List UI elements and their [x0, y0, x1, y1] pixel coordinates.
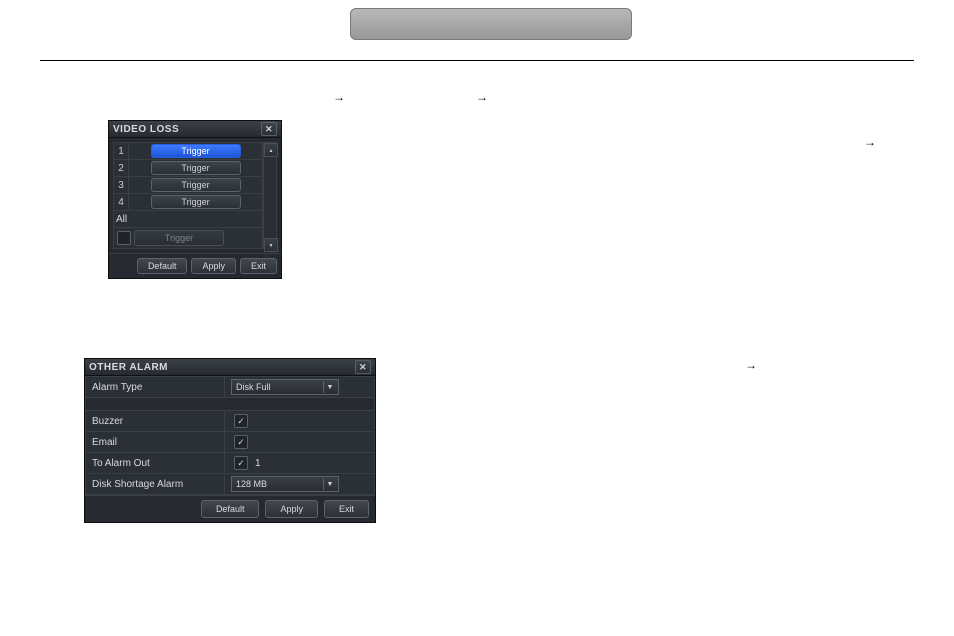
email-label: Email — [85, 432, 225, 453]
channel-row: 1 Trigger — [113, 142, 263, 160]
alarm-type-label: Alarm Type — [85, 376, 225, 398]
spacer — [85, 398, 375, 411]
video-loss-dialog: VIDEO LOSS ✕ 1 Trigger 2 Trigger 3 — [108, 120, 282, 279]
all-label: All — [116, 214, 127, 225]
exit-button[interactable]: Exit — [324, 500, 369, 518]
close-icon: ✕ — [359, 362, 367, 373]
dialog-titlebar[interactable]: OTHER ALARM ✕ — [85, 359, 375, 376]
arrow-icon: → — [333, 90, 345, 104]
scroll-track[interactable] — [264, 157, 276, 238]
dialog-titlebar[interactable]: VIDEO LOSS ✕ — [109, 121, 281, 138]
channel-number: 4 — [114, 194, 129, 210]
dialog-title: OTHER ALARM — [89, 362, 168, 373]
dialog-body: 1 Trigger 2 Trigger 3 Trigger 4 — [109, 138, 281, 253]
chevron-up-icon — [269, 145, 274, 155]
trigger-button[interactable]: Trigger — [151, 144, 241, 158]
arrow-icon: → — [864, 135, 876, 149]
buzzer-label: Buzzer — [85, 411, 225, 432]
alarm-type-value: Disk Full — [236, 382, 271, 392]
default-button[interactable]: Default — [137, 258, 188, 274]
buzzer-cell — [225, 411, 375, 432]
all-label-row: All — [113, 211, 263, 228]
dialog-title: VIDEO LOSS — [113, 124, 179, 135]
trigger-button[interactable]: Trigger — [151, 161, 241, 175]
disk-shortage-select[interactable]: 128 MB ▼ — [231, 476, 339, 492]
alarm-type-cell: Disk Full ▼ — [225, 376, 375, 398]
apply-button[interactable]: Apply — [191, 258, 236, 274]
disk-shortage-label: Disk Shortage Alarm — [85, 474, 225, 495]
all-checkbox[interactable] — [117, 231, 131, 245]
trigger-cell: Trigger — [129, 195, 262, 209]
alarm-type-select[interactable]: Disk Full ▼ — [231, 379, 339, 395]
to-alarm-out-checkbox[interactable] — [234, 456, 248, 470]
to-alarm-out-cell: 1 — [225, 453, 375, 474]
other-alarm-dialog: OTHER ALARM ✕ Alarm Type Disk Full ▼ Buz… — [84, 358, 376, 523]
apply-button[interactable]: Apply — [265, 500, 318, 518]
arrow-icon: → — [745, 358, 757, 372]
channel-row: 3 Trigger — [113, 177, 263, 194]
trigger-button[interactable]: Trigger — [151, 178, 241, 192]
exit-button[interactable]: Exit — [240, 258, 277, 274]
close-icon: ✕ — [265, 124, 273, 135]
default-button[interactable]: Default — [201, 500, 260, 518]
dialog-body: Alarm Type Disk Full ▼ Buzzer Email To A… — [85, 376, 375, 495]
to-alarm-out-label: To Alarm Out — [85, 453, 225, 474]
arrow-icon: → — [476, 90, 488, 104]
channel-row: 2 Trigger — [113, 160, 263, 177]
disk-shortage-cell: 128 MB ▼ — [225, 474, 375, 495]
dialog-footer: Default Apply Exit — [85, 495, 375, 522]
dialog-footer: Default Apply Exit — [109, 253, 281, 278]
channel-number: 2 — [114, 160, 129, 176]
chevron-down-icon: ▼ — [323, 478, 336, 490]
header-rule — [40, 60, 914, 61]
close-button[interactable]: ✕ — [261, 122, 277, 136]
scrollbar[interactable] — [263, 142, 277, 249]
trigger-button[interactable]: Trigger — [151, 195, 241, 209]
all-trigger-button[interactable]: Trigger — [134, 230, 224, 246]
buzzer-checkbox[interactable] — [234, 414, 248, 428]
chevron-down-icon — [269, 240, 274, 250]
header-pill — [350, 8, 632, 40]
scroll-down-button[interactable] — [264, 238, 278, 252]
close-button[interactable]: ✕ — [355, 360, 371, 374]
channel-row: 4 Trigger — [113, 194, 263, 211]
chevron-down-icon: ▼ — [323, 381, 336, 393]
email-checkbox[interactable] — [234, 435, 248, 449]
email-cell — [225, 432, 375, 453]
channel-number: 3 — [114, 177, 129, 193]
disk-shortage-value: 128 MB — [236, 479, 267, 489]
all-trigger-row: Trigger — [113, 228, 263, 249]
trigger-cell: Trigger — [129, 161, 262, 175]
channel-number: 1 — [114, 143, 129, 159]
page: → → → → VIDEO LOSS ✕ 1 Trigger 2 Trigger — [0, 0, 954, 636]
trigger-cell: Trigger — [129, 178, 262, 192]
scroll-up-button[interactable] — [264, 143, 278, 157]
to-alarm-out-value: 1 — [255, 458, 261, 469]
trigger-cell: Trigger — [129, 144, 262, 158]
